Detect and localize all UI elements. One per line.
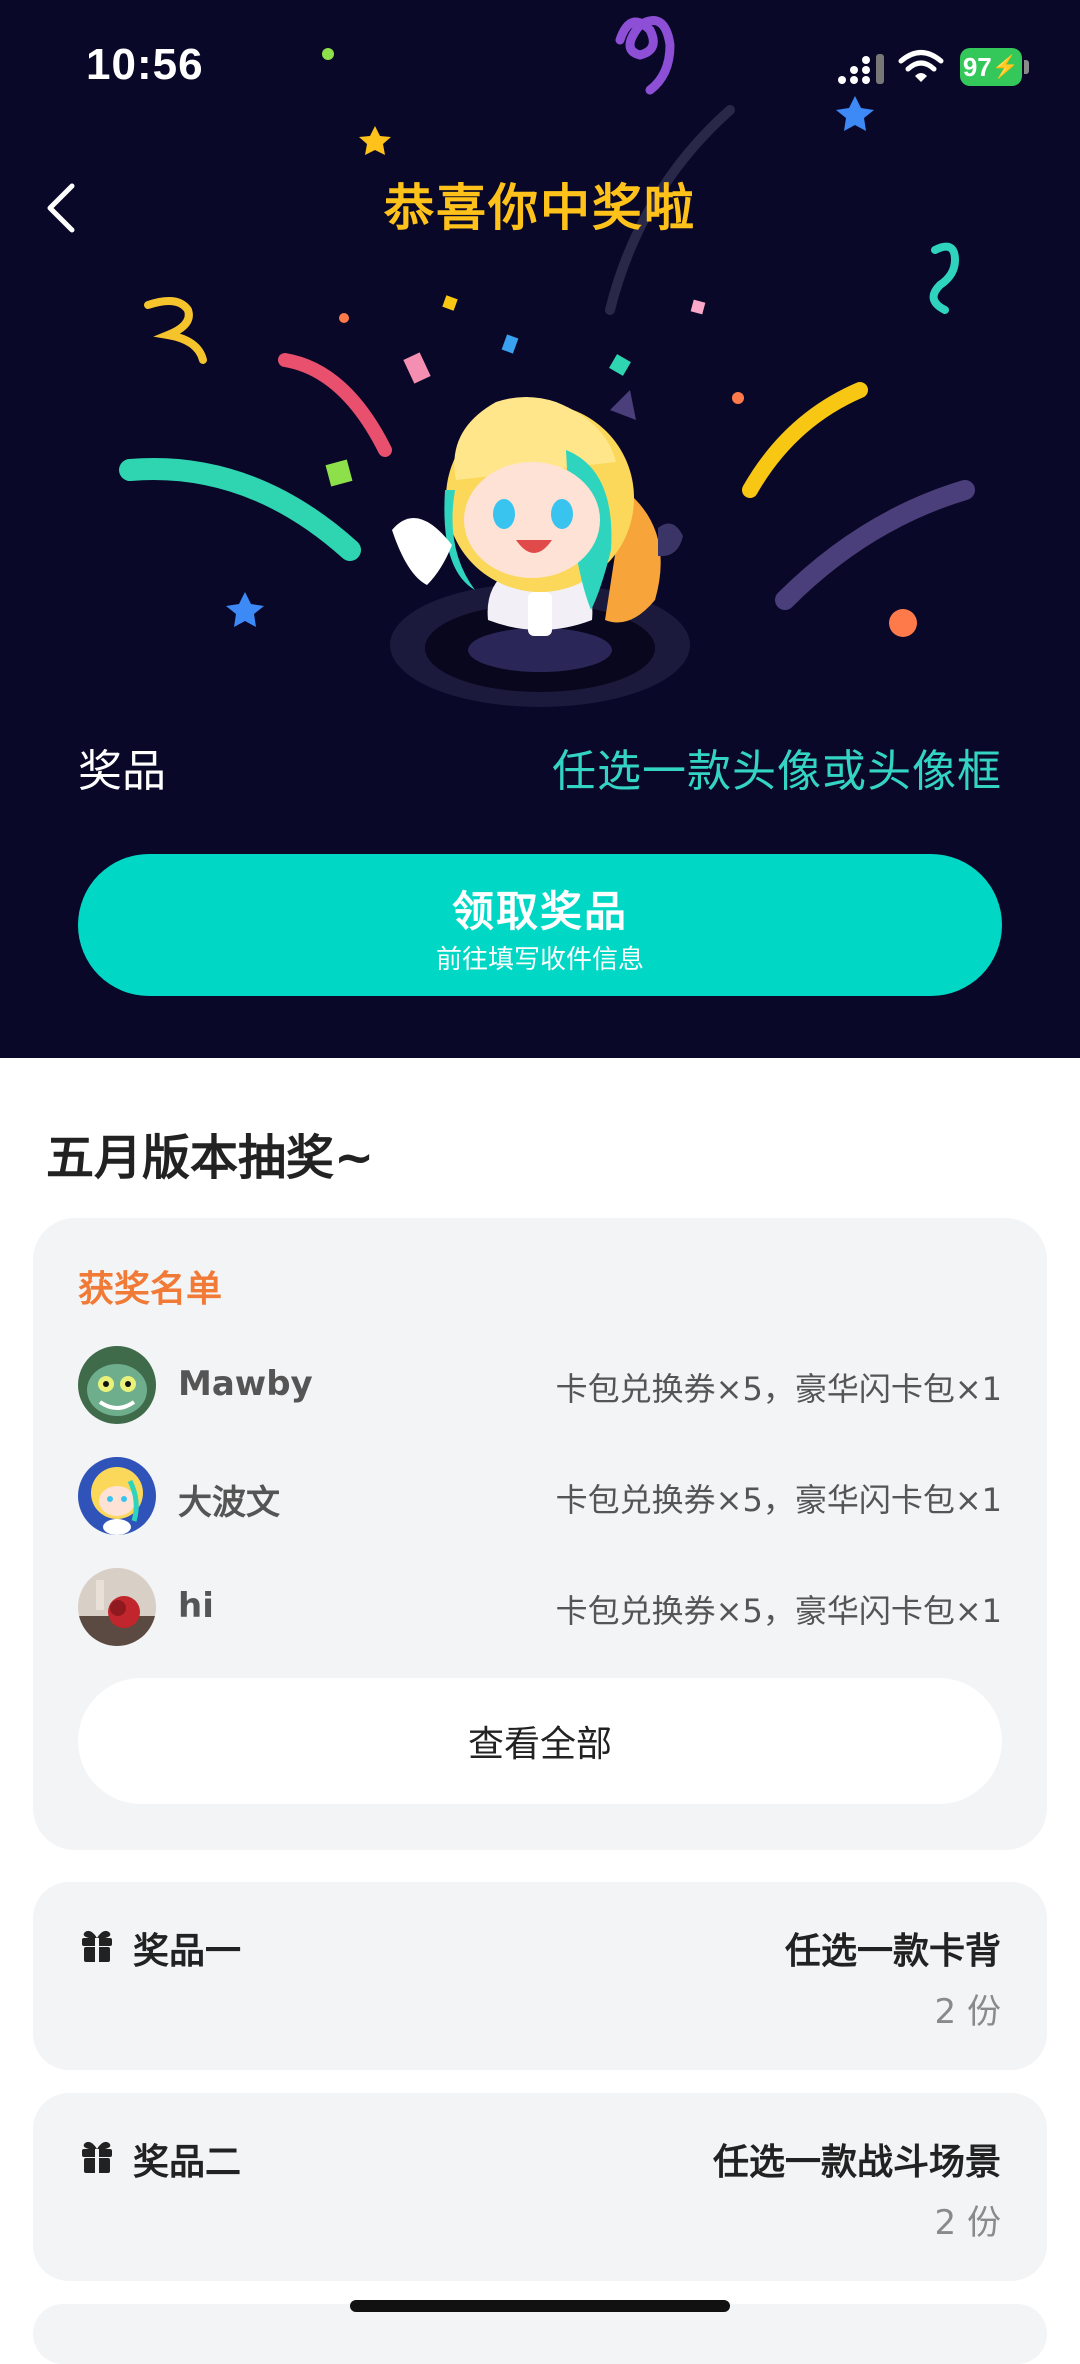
avatar <box>78 1568 156 1646</box>
prize-description: 任选一款卡背 <box>784 1931 1001 1972</box>
avatar <box>78 1346 156 1424</box>
gift-icon <box>82 1930 112 1962</box>
winners-title: 获奖名单 <box>78 1269 223 1310</box>
prize-name: 奖品二 <box>133 2142 242 2183</box>
hero-title: 恭喜你中奖啦 <box>384 179 696 237</box>
winner-name: Mawby <box>178 1364 313 1404</box>
avatar <box>78 1457 156 1535</box>
home-indicator <box>350 2300 730 2312</box>
charging-icon: ⚡ <box>991 54 1020 79</box>
battery-indicator: 97 ⚡ <box>960 48 1022 86</box>
section-title: 五月版本抽奖~ <box>46 1130 375 1186</box>
prize-quantity: 2 份 <box>934 2203 1001 2243</box>
prize-card[interactable]: 奖品二 任选一款战斗场景 2 份 <box>33 2093 1047 2281</box>
wifi-icon <box>898 50 944 82</box>
status-bar: 10:56 97 ⚡ <box>0 0 1080 130</box>
winner-row[interactable]: Mawby 卡包兑换券×5，豪华闪卡包×1 <box>78 1346 1002 1426</box>
claim-button-sublabel: 前往填写收件信息 <box>435 945 644 975</box>
prize-card[interactable]: 奖品一 任选一款卡背 2 份 <box>33 1882 1047 2070</box>
winner-prize: 卡包兑换券×5，豪华闪卡包×1 <box>555 1592 1002 1630</box>
status-time: 10:56 <box>86 40 204 89</box>
winner-row[interactable]: hi 卡包兑换券×5，豪华闪卡包×1 <box>78 1568 1002 1648</box>
battery-level: 97 <box>962 51 992 82</box>
prize-card-partial <box>33 2304 1047 2364</box>
winner-name: hi <box>178 1586 214 1626</box>
winner-prize: 卡包兑换券×5，豪华闪卡包×1 <box>555 1370 1002 1408</box>
prize-value: 任选一款头像或头像框 <box>552 746 1002 797</box>
winner-row[interactable]: 大波文 卡包兑换券×5，豪华闪卡包×1 <box>78 1457 1002 1537</box>
prize-label: 奖品 <box>78 746 166 797</box>
claim-button-label: 领取奖品 <box>451 887 628 936</box>
hero-banner: 10:56 97 ⚡ 恭喜你中奖啦 奖品 任选一款头像或头像框 领取奖品 前往填… <box>0 0 1080 1058</box>
prize-quantity: 2 份 <box>934 1992 1001 2032</box>
battery-tip <box>1024 60 1029 74</box>
prize-name: 奖品一 <box>133 1931 242 1972</box>
prize-description: 任选一款战斗场景 <box>712 2142 1001 2183</box>
winner-name: 大波文 <box>178 1483 280 1523</box>
winners-card: 获奖名单 Mawby 卡包兑换券×5，豪华闪卡包×1 大波文 卡包兑换券×5，豪… <box>33 1218 1047 1850</box>
gift-icon <box>82 2141 112 2173</box>
mascot-illustration <box>390 390 690 707</box>
signal-icon <box>838 54 884 84</box>
claim-prize-button[interactable]: 领取奖品 前往填写收件信息 <box>78 854 1002 996</box>
view-all-button[interactable]: 查看全部 <box>78 1678 1002 1804</box>
winner-prize: 卡包兑换券×5，豪华闪卡包×1 <box>555 1481 1002 1519</box>
